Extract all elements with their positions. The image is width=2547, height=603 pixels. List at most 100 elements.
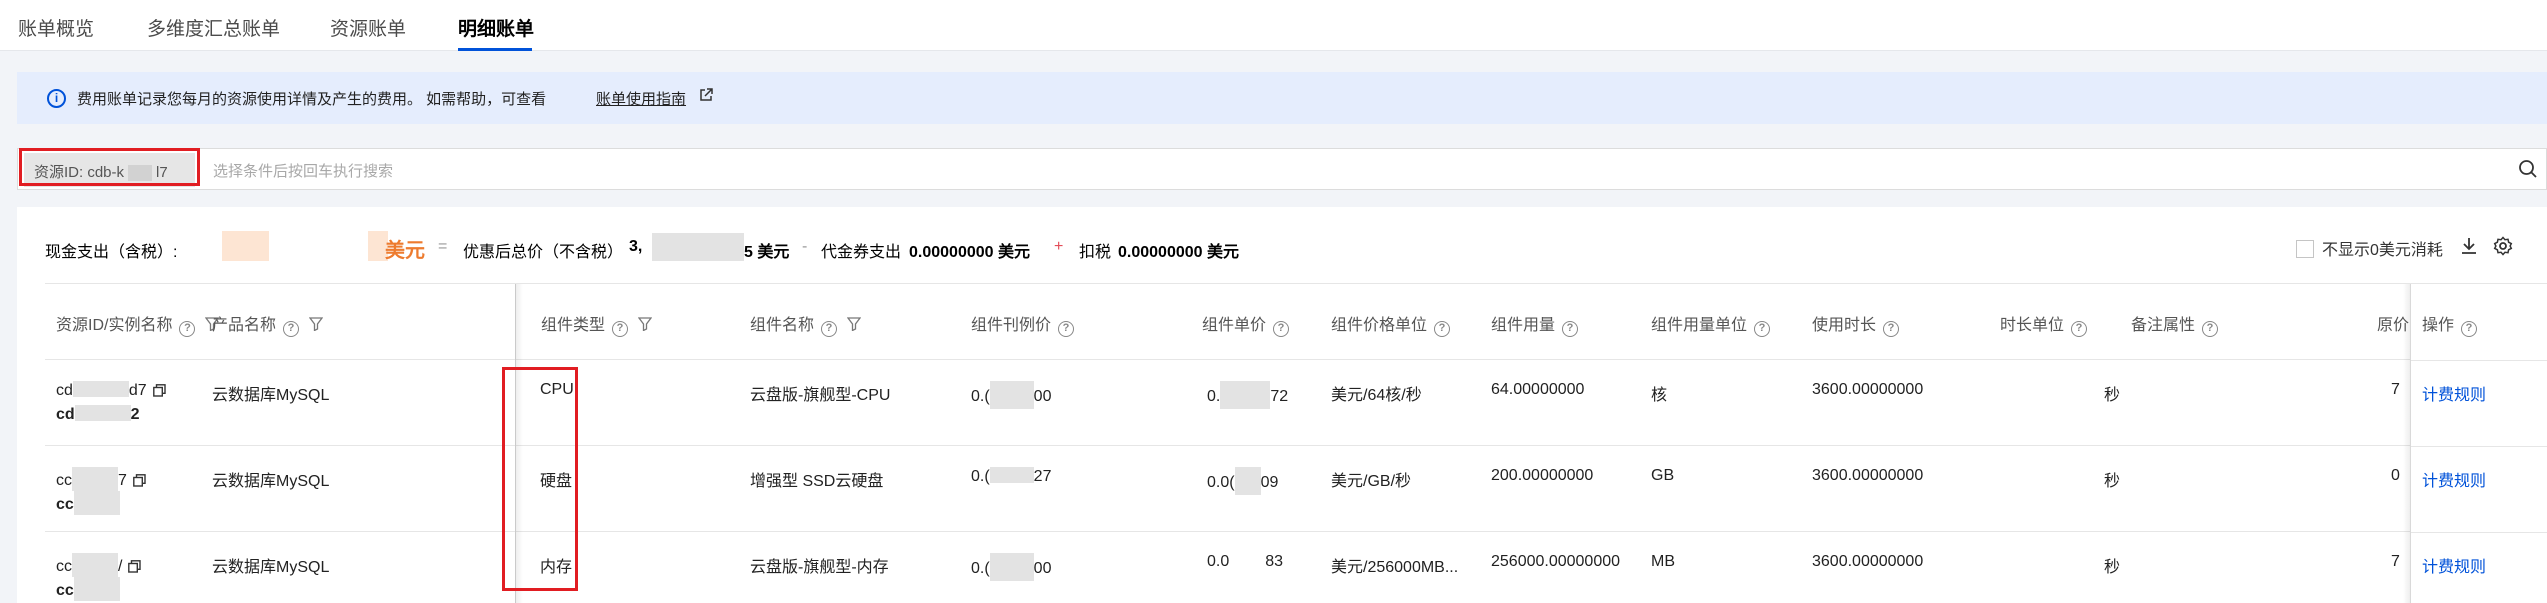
search-input[interactable]: 选择条件后按回车执行搜索 bbox=[213, 160, 393, 181]
header-unit-price: 组件单价? bbox=[1202, 311, 1290, 337]
header-product: 产品名称? bbox=[212, 311, 324, 337]
usage-unit: GB bbox=[1651, 467, 1675, 484]
equals-sign: = bbox=[438, 238, 448, 255]
search-icon[interactable] bbox=[2518, 159, 2538, 179]
masked-text bbox=[72, 553, 118, 577]
duration: 3600.00000000 bbox=[1812, 381, 1924, 398]
info-notice: i 费用账单记录您每月的资源使用详情及产生的费用。 如需帮助，可查看 账单使用指… bbox=[17, 72, 2547, 124]
tax-value: 0.00000000 美元 bbox=[1118, 244, 1239, 261]
masked-text bbox=[72, 467, 118, 491]
unit-price: 0.0(09 bbox=[1207, 467, 1278, 495]
list-price: 0.(00 bbox=[971, 381, 1051, 409]
header-duration-unit: 时长单位? bbox=[2000, 311, 2088, 337]
list-price: 0.(27 bbox=[971, 467, 1052, 485]
help-icon[interactable]: ? bbox=[1273, 321, 1290, 337]
help-icon[interactable]: ? bbox=[612, 321, 629, 337]
masked-text bbox=[72, 381, 129, 397]
help-icon[interactable]: ? bbox=[1058, 321, 1075, 337]
duration-unit: 秒 bbox=[2104, 473, 2121, 490]
unit-price: 0.0 83 bbox=[1207, 553, 1284, 570]
voucher-label: 代金券支出 bbox=[821, 244, 902, 261]
discount-value-end: 5 美元 bbox=[744, 244, 790, 261]
table-header: 资源ID/实例名称? 产品名称? 组件类型? 组件名称? 组件刊例价? 组件单价… bbox=[45, 284, 2547, 360]
discount-label: 优惠后总价（不含税） bbox=[463, 244, 624, 261]
hide-zero-checkbox[interactable] bbox=[2296, 240, 2314, 258]
component-name: 云盘版-旗舰型-内存 bbox=[750, 559, 889, 576]
pricing-rule-link[interactable]: 计费规则 bbox=[2422, 381, 2486, 405]
help-icon[interactable]: ? bbox=[2071, 321, 2088, 337]
bill-guide-link[interactable]: 账单使用指南 bbox=[596, 88, 686, 109]
masked-text bbox=[74, 405, 131, 421]
action-column: 操作? 计费规则 计费规则 计费规则 bbox=[2411, 284, 2547, 603]
download-icon[interactable] bbox=[2459, 236, 2479, 256]
voucher-value: 0.00000000 美元 bbox=[909, 244, 1030, 261]
usage: 200.00000000 bbox=[1491, 467, 1594, 484]
product-name: 云数据库MySQL bbox=[212, 387, 330, 404]
highlight-box-filter bbox=[19, 148, 200, 186]
help-icon[interactable]: ? bbox=[179, 321, 196, 337]
table-row: cc 7 cc 云数据库MySQL 硬盘 增强型 SSD云硬盘 0.(27 0.0… bbox=[45, 446, 2547, 532]
masked-cash-value bbox=[222, 231, 269, 261]
unit-price: 0. 72 bbox=[1207, 381, 1288, 409]
hide-zero-label: 不显示0美元消耗 bbox=[2322, 242, 2443, 259]
copy-icon[interactable] bbox=[152, 384, 166, 397]
help-icon[interactable]: ? bbox=[1434, 321, 1451, 337]
tab-bill-overview[interactable]: 账单概览 bbox=[18, 14, 94, 41]
header-action: 操作? bbox=[2422, 311, 2478, 337]
notice-text: 费用账单记录您每月的资源使用详情及产生的费用。 如需帮助，可查看 bbox=[77, 91, 547, 108]
gear-icon[interactable] bbox=[2493, 236, 2513, 256]
tab-multi-dimension-summary[interactable]: 多维度汇总账单 bbox=[147, 14, 280, 41]
original-price: 7 bbox=[2391, 553, 2400, 570]
filter-icon[interactable] bbox=[309, 317, 324, 331]
duration-unit: 秒 bbox=[2104, 387, 2121, 404]
fixed-column-divider-right bbox=[2410, 284, 2411, 603]
help-icon[interactable]: ? bbox=[821, 321, 838, 337]
resource-id[interactable]: cc 7 bbox=[56, 467, 146, 491]
help-icon[interactable]: ? bbox=[2461, 321, 2478, 337]
help-icon[interactable]: ? bbox=[1754, 321, 1771, 337]
filter-icon[interactable] bbox=[847, 317, 862, 331]
copy-icon[interactable] bbox=[128, 560, 142, 573]
duration-unit: 秒 bbox=[2104, 559, 2121, 576]
usage: 64.00000000 bbox=[1491, 381, 1585, 398]
header-component-name: 组件名称? bbox=[750, 311, 862, 337]
cash-label: 现金支出（含税）: bbox=[45, 244, 178, 261]
tab-bar: 账单概览 多维度汇总账单 资源账单 明细账单 bbox=[0, 0, 2547, 51]
pricing-rule-link[interactable]: 计费规则 bbox=[2422, 553, 2486, 577]
active-tab-indicator bbox=[458, 48, 532, 51]
duration: 3600.00000000 bbox=[1812, 553, 1924, 570]
resource-id[interactable]: cc / bbox=[56, 553, 142, 577]
component-name: 云盘版-旗舰型-CPU bbox=[750, 387, 891, 404]
help-icon[interactable]: ? bbox=[1562, 321, 1579, 337]
tax-label: 扣税 bbox=[1079, 244, 1112, 261]
copy-icon[interactable] bbox=[133, 474, 146, 487]
row-divider bbox=[2411, 446, 2547, 447]
component-name: 增强型 SSD云硬盘 bbox=[750, 473, 884, 490]
external-link-icon[interactable] bbox=[699, 88, 713, 105]
tab-resource-bill[interactable]: 资源账单 bbox=[330, 14, 406, 41]
help-icon[interactable]: ? bbox=[283, 321, 300, 337]
masked-text bbox=[73, 491, 120, 515]
highlight-box-component-type bbox=[502, 367, 578, 591]
masked-text bbox=[1234, 467, 1261, 495]
price-unit: 美元/64核/秒 bbox=[1331, 387, 1422, 404]
help-icon[interactable]: ? bbox=[1883, 321, 1900, 337]
header-resource-id: 资源ID/实例名称? bbox=[56, 311, 220, 337]
masked-text bbox=[989, 553, 1034, 581]
filter-icon[interactable] bbox=[638, 317, 653, 331]
search-filter-bar[interactable]: 资源ID: cdb-k l7 选择条件后按回车执行搜索 bbox=[17, 148, 2547, 190]
masked-text bbox=[1220, 381, 1271, 409]
hide-zero-toggle[interactable]: 不显示0美元消耗 bbox=[2296, 236, 2443, 260]
usage-unit: 核 bbox=[1651, 387, 1668, 404]
help-icon[interactable]: ? bbox=[2202, 321, 2219, 337]
plus-sign: + bbox=[1054, 238, 1064, 255]
price-unit: 美元/256000MB... bbox=[1331, 559, 1459, 576]
header-usage-unit: 组件用量单位? bbox=[1651, 311, 1771, 337]
duration: 3600.00000000 bbox=[1812, 467, 1924, 484]
pricing-rule-link[interactable]: 计费规则 bbox=[2422, 467, 2486, 491]
usage: 256000.00000000 bbox=[1491, 553, 1621, 570]
minus-sign: - bbox=[802, 238, 808, 255]
masked-discount-value bbox=[652, 233, 744, 261]
tab-detail-bill[interactable]: 明细账单 bbox=[458, 14, 534, 41]
resource-id[interactable]: cd d7 bbox=[56, 381, 166, 400]
